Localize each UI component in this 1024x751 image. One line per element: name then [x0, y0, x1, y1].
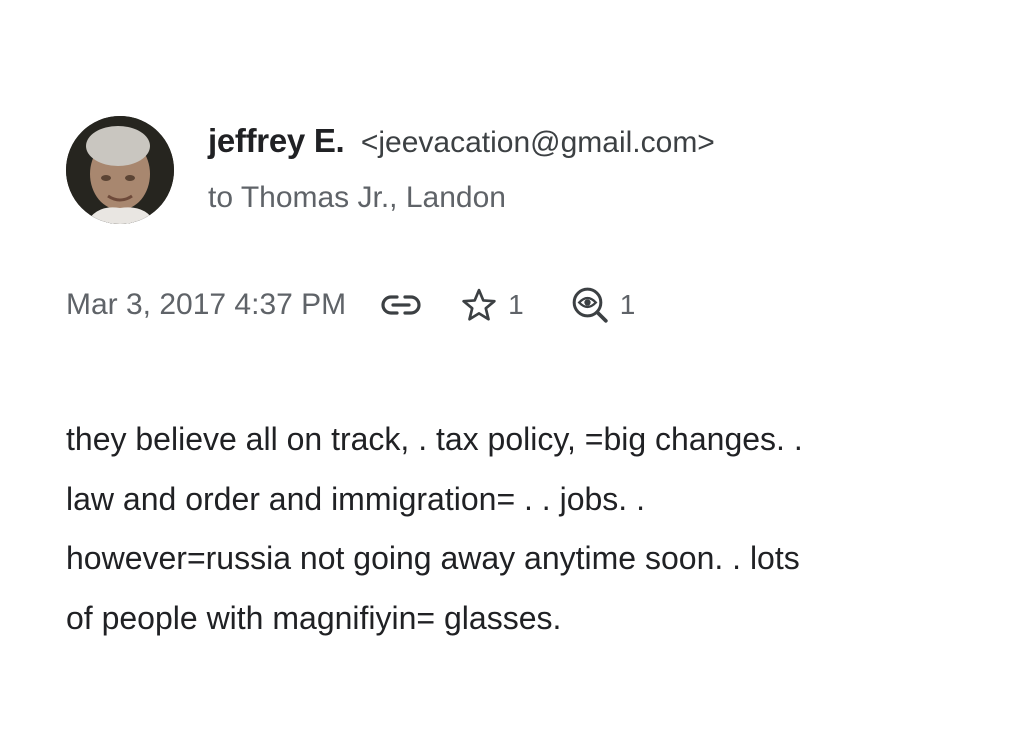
link-icon[interactable]	[380, 293, 422, 317]
magnifier-eye-icon	[572, 287, 608, 323]
star-icon	[462, 288, 496, 321]
star-count: 1	[508, 289, 524, 320]
view-count: 1	[619, 289, 636, 320]
avatar-photo	[66, 116, 174, 224]
message-body: they believe all on track, . tax policy,…	[66, 410, 966, 648]
recipients[interactable]: to Thomas Jr., Landon	[208, 181, 506, 215]
sender-line: jeffrey E. <jeevacation@gmail.com>	[208, 122, 715, 160]
views-button[interactable]: 1	[570, 285, 636, 325]
message-line: they believe all on track, . tax policy,…	[66, 421, 803, 457]
sender-name[interactable]: jeffrey E.	[208, 122, 345, 159]
timestamp: Mar 3, 2017 4:37 PM	[66, 288, 347, 321]
message-line: law and order and immigration= . . jobs.…	[66, 480, 645, 517]
sender-email: <jeevacation@gmail.com>	[360, 126, 715, 159]
avatar[interactable]	[66, 116, 174, 224]
message-line: however=russia not going away anytime so…	[66, 540, 800, 576]
star-button[interactable]: 1	[460, 286, 524, 324]
meta-row: Mar 3, 2017 4:37 PM 1 1	[66, 284, 635, 326]
message-line: of people with magnifiyin= glasses.	[66, 599, 562, 636]
